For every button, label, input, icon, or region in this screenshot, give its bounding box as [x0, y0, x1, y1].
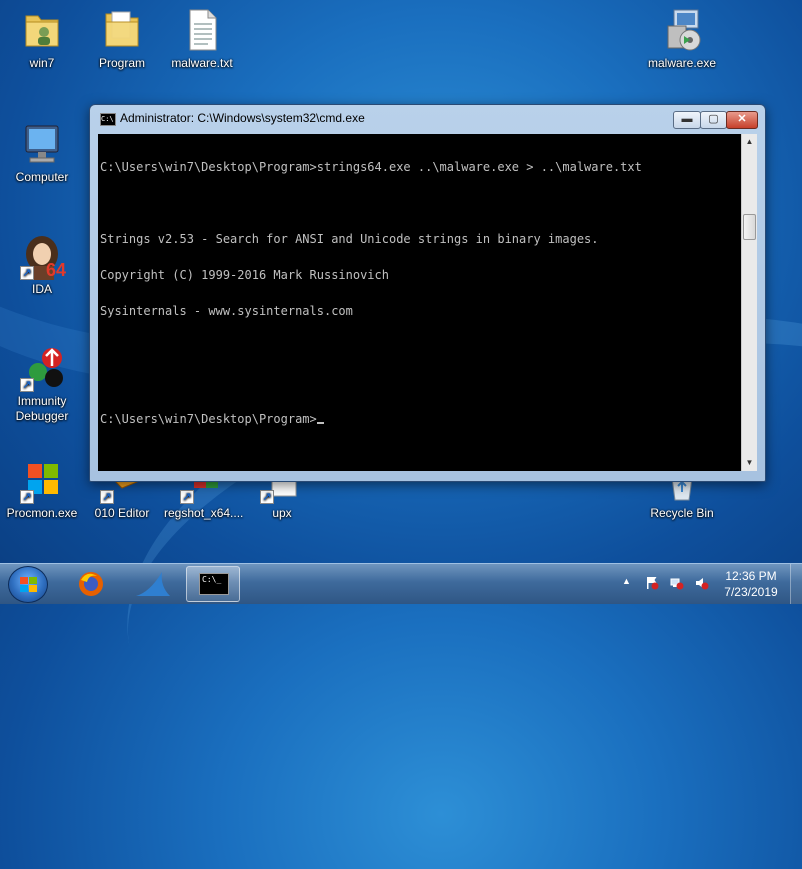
desktop-icon-label: IDA — [31, 282, 52, 296]
desktop-icon-malware-exe[interactable]: malware.exe — [644, 6, 720, 71]
desktop-icon-label: Program — [98, 56, 145, 70]
text-cursor — [316, 422, 324, 424]
shortcut-arrow-icon: ↗ — [180, 490, 194, 504]
desktop-icon-computer[interactable]: Computer — [4, 120, 80, 185]
shortcut-arrow-icon: ↗ — [20, 266, 34, 280]
immunity-debugger-icon: ↗ — [18, 344, 66, 392]
taskbar-cmd[interactable]: C:\_ — [186, 566, 240, 602]
firefox-icon — [79, 572, 103, 596]
desktop-icon-win7[interactable]: win7 — [4, 6, 80, 71]
title-bar[interactable]: C:\ Administrator: C:\Windows\system32\c… — [90, 105, 765, 133]
desktop-icon-procmon[interactable]: ↗ Procmon.exe — [4, 456, 80, 521]
console-line: Sysinternals - www.sysinternals.com — [100, 304, 353, 318]
taskbar-wireshark[interactable] — [124, 566, 178, 602]
shortcut-arrow-icon: ↗ — [20, 490, 34, 504]
clock-time: 12:36 PM — [725, 569, 777, 583]
desktop-icon-ida[interactable]: 64 ↗ IDA — [4, 232, 80, 297]
vertical-scrollbar[interactable]: ▲ ▼ — [741, 134, 757, 471]
cmd-taskbar-icon: C:\_ — [199, 573, 229, 595]
procmon-icon: ↗ — [18, 456, 66, 504]
cmd-icon: C:\ — [100, 113, 116, 126]
installer-icon — [658, 6, 706, 54]
start-button[interactable] — [8, 566, 48, 603]
show-hidden-icons-icon[interactable]: ▲ — [622, 576, 631, 586]
window-title: Administrator: C:\Windows\system32\cmd.e… — [120, 111, 365, 125]
volume-icon[interactable] — [695, 576, 709, 590]
wireshark-fin-icon — [136, 572, 170, 596]
scroll-up-icon[interactable]: ▲ — [742, 134, 757, 150]
console-line: Copyright (C) 1999-2016 Mark Russinovich — [100, 268, 389, 282]
console-line: Strings v2.53 - Search for ANSI and Unic… — [100, 232, 599, 246]
taskbar: C:\_ ▲ 12:36 PM 7/23/2019 — [0, 563, 802, 604]
user-folder-icon — [18, 6, 66, 54]
desktop-icon-label: upx — [272, 506, 292, 520]
desktop-icon-malware-txt[interactable]: malware.txt — [164, 6, 240, 71]
shortcut-arrow-icon: ↗ — [20, 378, 34, 392]
text-file-icon — [178, 6, 226, 54]
windows-logo-icon — [20, 577, 38, 593]
console-prompt-line: C:\Users\win7\Desktop\Program> — [100, 413, 739, 425]
show-desktop-button[interactable] — [790, 564, 802, 604]
desktop-icon-program[interactable]: Program — [84, 6, 160, 71]
shortcut-arrow-icon: ↗ — [100, 490, 114, 504]
folder-icon — [98, 6, 146, 54]
console-line: C:\Users\win7\Desktop\Program>strings64.… — [100, 160, 642, 174]
desktop-icon-label: malware.exe — [647, 56, 717, 70]
console-output[interactable]: C:\Users\win7\Desktop\Program>strings64.… — [98, 134, 741, 471]
desktop-icon-label: Computer — [15, 170, 69, 184]
clock-date: 7/23/2019 — [724, 585, 778, 599]
desktop-icon-label: Recycle Bin — [650, 506, 714, 520]
console-prompt: C:\Users\win7\Desktop\Program> — [100, 412, 317, 426]
desktop-icon-label: Procmon.exe — [6, 506, 78, 520]
desktop-icon-label: win7 — [29, 56, 55, 70]
desktop-icon-immunity-debugger[interactable]: ↗ Immunity Debugger — [4, 344, 80, 424]
scroll-down-icon[interactable]: ▼ — [742, 455, 757, 471]
network-icon[interactable] — [670, 576, 684, 590]
desktop-icon-label: Immunity Debugger — [15, 394, 69, 423]
maximize-button[interactable]: ▢ — [700, 111, 727, 129]
taskbar-firefox[interactable] — [64, 566, 118, 602]
desktop-icon-label: 010 Editor — [94, 506, 150, 520]
shortcut-arrow-icon: ↗ — [260, 490, 274, 504]
desktop-icon-label: regshot_x64.... — [164, 506, 244, 520]
desktop-icon-label: malware.txt — [171, 56, 233, 70]
cmd-window[interactable]: C:\ Administrator: C:\Windows\system32\c… — [89, 104, 766, 482]
minimize-button[interactable]: ▬ — [673, 111, 701, 129]
ida-64-badge: 64 — [45, 260, 66, 280]
action-center-flag-icon[interactable] — [645, 576, 659, 590]
close-button[interactable]: ✕ — [726, 111, 758, 129]
scrollbar-thumb[interactable] — [743, 214, 756, 240]
computer-icon — [18, 120, 66, 168]
ida-portrait-icon: 64 ↗ — [18, 232, 66, 280]
clock[interactable]: 12:36 PM 7/23/2019 — [716, 568, 786, 600]
